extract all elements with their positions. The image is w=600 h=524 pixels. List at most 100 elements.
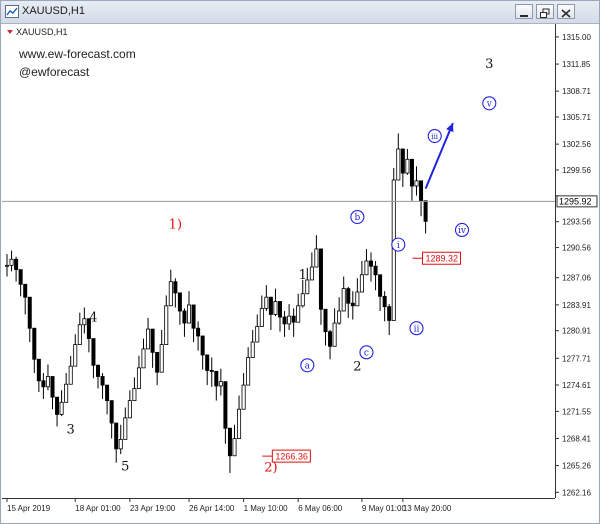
candle-body — [387, 306, 392, 321]
wave-circle-text: v — [486, 99, 493, 109]
candle-body — [373, 265, 378, 276]
candle-body — [241, 384, 246, 410]
price-tick-label: 1311.85 — [562, 60, 591, 69]
price-tick-label: 1315.00 — [562, 33, 591, 42]
price-tick-label: 1293.56 — [562, 218, 591, 227]
candle-body — [150, 328, 155, 353]
candle-body — [191, 304, 196, 329]
wave-circle-text: i — [397, 241, 400, 251]
candle-body — [5, 264, 10, 267]
time-axis[interactable]: 15 Apr 2019 18 Apr 01:00 23 Apr 19:00 26 Ap… — [6, 498, 452, 513]
candle-body — [182, 310, 187, 324]
time-tick-label: 9 May 01:00 — [362, 504, 407, 513]
time-tick-label: 23 Apr 19:00 — [130, 504, 176, 513]
candle-body — [414, 180, 419, 187]
candle-body — [396, 148, 401, 181]
price-axis[interactable]: 1315.00 1311.85 1308.71 1305.71 1302.56 1299.… — [555, 33, 591, 497]
candle-body — [209, 370, 214, 372]
wave-circle-text: a — [305, 361, 311, 371]
restore-icon — [540, 8, 550, 18]
candle-body — [273, 301, 278, 315]
candle-body — [287, 315, 292, 325]
wave-label-b-circled: b — [350, 209, 365, 225]
wave-circle-text: b — [354, 213, 360, 223]
close-button[interactable] — [557, 4, 575, 19]
candle-body — [255, 326, 260, 343]
window-titlebar[interactable]: XAUUSD,H1 — [1, 1, 599, 24]
candle-body — [323, 308, 328, 333]
candle-body — [214, 370, 219, 387]
candle-body — [409, 158, 414, 187]
candle-body — [246, 357, 251, 386]
candle-body — [259, 307, 264, 327]
candle-body — [118, 438, 123, 450]
wave-label-5: 5 — [121, 459, 129, 474]
price-tick-label: 1290.56 — [562, 244, 591, 253]
price-tick-label: 1302.56 — [562, 140, 591, 149]
wave-label-1: 1 — [299, 268, 307, 283]
wave-circle-text: iii — [431, 133, 438, 141]
chart-window-icon — [5, 5, 19, 18]
candle-body — [68, 365, 73, 385]
candle-body — [146, 328, 151, 350]
chart-canvas[interactable]: 1289.321266.361)2)345123abciiiiiiivv XAU… — [2, 24, 600, 524]
price-tick-label: 1299.56 — [562, 166, 591, 175]
candle-body — [96, 364, 101, 377]
candle-body — [277, 301, 282, 318]
price-tick-label: 1271.55 — [562, 407, 591, 416]
candle-body — [77, 324, 82, 345]
price-chart[interactable]: 1289.32 1266.36 1) 2) 3 4 5 1 2 3 a b c i ii iii iv v XAU… — [2, 24, 600, 524]
time-tick-label: 26 Apr 14:00 — [189, 504, 235, 513]
price-tick-label: 1305.71 — [562, 113, 591, 122]
candle-body — [100, 376, 105, 386]
candle-body — [300, 293, 305, 307]
candle-body — [368, 260, 373, 267]
candle-body — [346, 288, 351, 304]
time-tick-label: 15 Apr 2019 — [7, 504, 51, 513]
candle-body — [350, 302, 355, 307]
wave-circle-text: iv — [458, 226, 467, 236]
wave-label-3: 3 — [67, 422, 75, 437]
wave-circle-text: c — [364, 349, 369, 359]
minimize-button[interactable] — [515, 4, 533, 19]
price-tick-label: 1268.41 — [562, 434, 591, 443]
minimize-icon — [520, 15, 528, 17]
restore-button[interactable] — [536, 4, 554, 19]
candle-body — [309, 266, 314, 281]
watermark-handle: @ewforecast — [19, 65, 90, 79]
candle-body — [378, 274, 383, 297]
candle-body — [232, 438, 237, 457]
candle-body — [27, 296, 32, 329]
time-tick-label: 1 May 10:00 — [244, 504, 289, 513]
candle-body — [132, 388, 137, 402]
current-price-marker: 1295.92 — [556, 195, 598, 208]
window-title: XAUUSD,H1 — [22, 5, 85, 17]
price-label-text: 1289.32 — [426, 254, 459, 264]
candle-body — [332, 322, 337, 347]
candle-body — [127, 400, 132, 419]
wave-label-red-1: 1) — [169, 217, 182, 232]
candle-body — [36, 358, 41, 382]
candle-body — [155, 351, 160, 373]
target-price-label: 1289.32 — [412, 251, 461, 265]
price-tick-label: 1262.16 — [562, 488, 591, 497]
candle-body — [23, 283, 28, 298]
candle-body — [291, 315, 296, 323]
price-label-text: 1266.36 — [275, 452, 308, 462]
candle-body — [91, 338, 96, 366]
price-tick-label: 1280.91 — [562, 327, 591, 336]
wave-label-i-circled: i — [391, 237, 406, 252]
candle-body — [318, 248, 323, 310]
candle-body — [164, 305, 169, 345]
candle-body — [400, 148, 405, 174]
wave-label-c-circled: c — [359, 345, 374, 360]
wave-label-v-circled: v — [482, 96, 497, 111]
wave-circle-text: ii — [414, 324, 420, 334]
candle-body — [41, 380, 46, 388]
candle-body — [45, 376, 50, 388]
candle-body — [82, 318, 87, 326]
time-tick-label: 6 May 06:00 — [298, 504, 343, 513]
wave-label-4: 4 — [89, 310, 97, 325]
candle-body — [200, 335, 205, 356]
wave-label-iii-circled: iii — [427, 128, 442, 144]
